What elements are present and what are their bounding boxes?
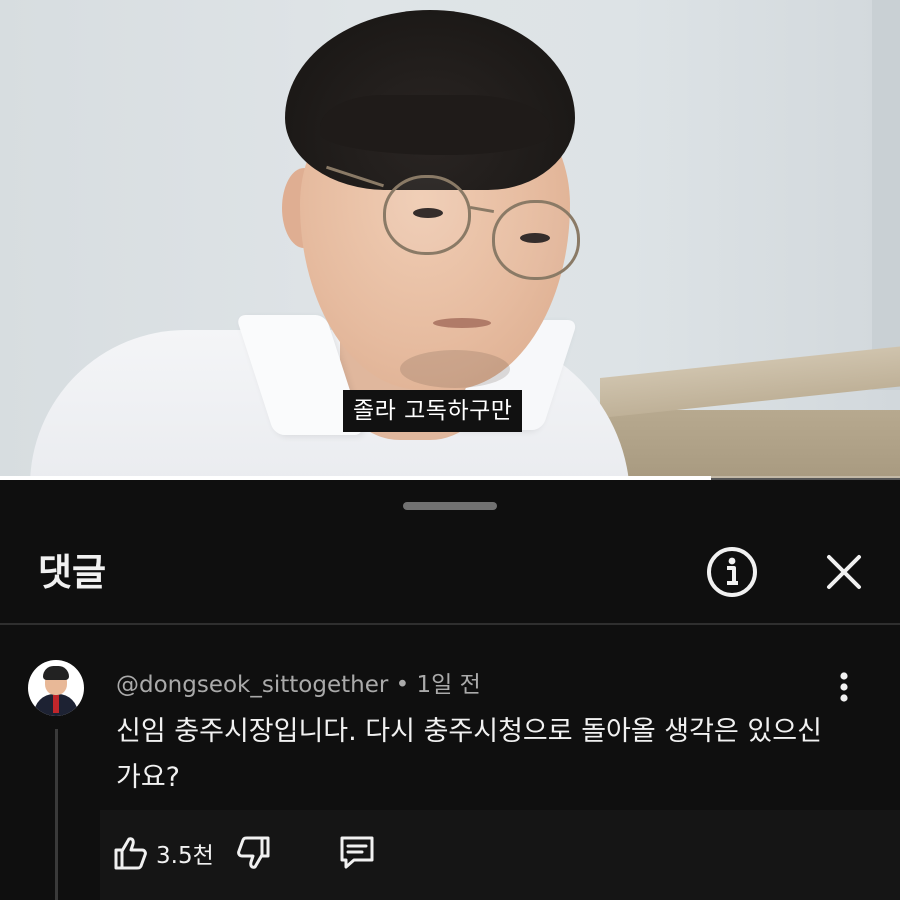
comment-more-button[interactable]: [828, 667, 860, 707]
thumbs-up-icon: [114, 837, 147, 870]
comment-meta: @dongseok_sittogether • 1일 전: [116, 665, 481, 699]
close-button[interactable]: [812, 540, 876, 604]
hair-fringe: [320, 95, 550, 155]
reply-icon: [340, 836, 374, 869]
info-circle-icon: [707, 547, 757, 597]
mouth: [433, 318, 491, 328]
like-count: 3.5천: [156, 843, 214, 869]
video-subtitle: 졸라 고독하구만: [343, 390, 523, 432]
thumbs-down-icon: [236, 836, 270, 869]
comments-sheet: 댓글 @dongseok_sittogether • 1일 전 신임 충주시장입…: [0, 480, 900, 900]
info-button[interactable]: [700, 540, 764, 604]
reply-button[interactable]: [336, 832, 378, 874]
comment-actions: 3.5천: [110, 830, 378, 876]
like-button[interactable]: 3.5천: [110, 833, 214, 873]
more-vertical-icon: [840, 672, 848, 702]
close-icon: [827, 555, 861, 589]
meta-separator: •: [395, 672, 410, 698]
comment-author[interactable]: @dongseok_sittogether: [116, 672, 388, 698]
video-player[interactable]: 졸라 고독하구만: [0, 0, 900, 478]
glasses-lens-right: [492, 200, 580, 280]
comment-text: 신임 충주시장입니다. 다시 충주시청으로 돌아올 생각은 있으신가요?: [116, 716, 822, 793]
comment-time: 1일 전: [416, 672, 481, 698]
avatar-hair: [43, 666, 69, 680]
dislike-button[interactable]: [234, 833, 274, 873]
avatar[interactable]: [28, 660, 84, 716]
comment-item: @dongseok_sittogether • 1일 전 신임 충주시장입니다.…: [0, 625, 900, 900]
comments-title: 댓글: [38, 551, 107, 594]
sheet-drag-handle[interactable]: [403, 502, 497, 510]
glasses-lens-left: [383, 175, 471, 255]
avatar-tie: [53, 695, 59, 713]
beard-shadow: [400, 350, 510, 388]
thread-line: [55, 729, 58, 900]
